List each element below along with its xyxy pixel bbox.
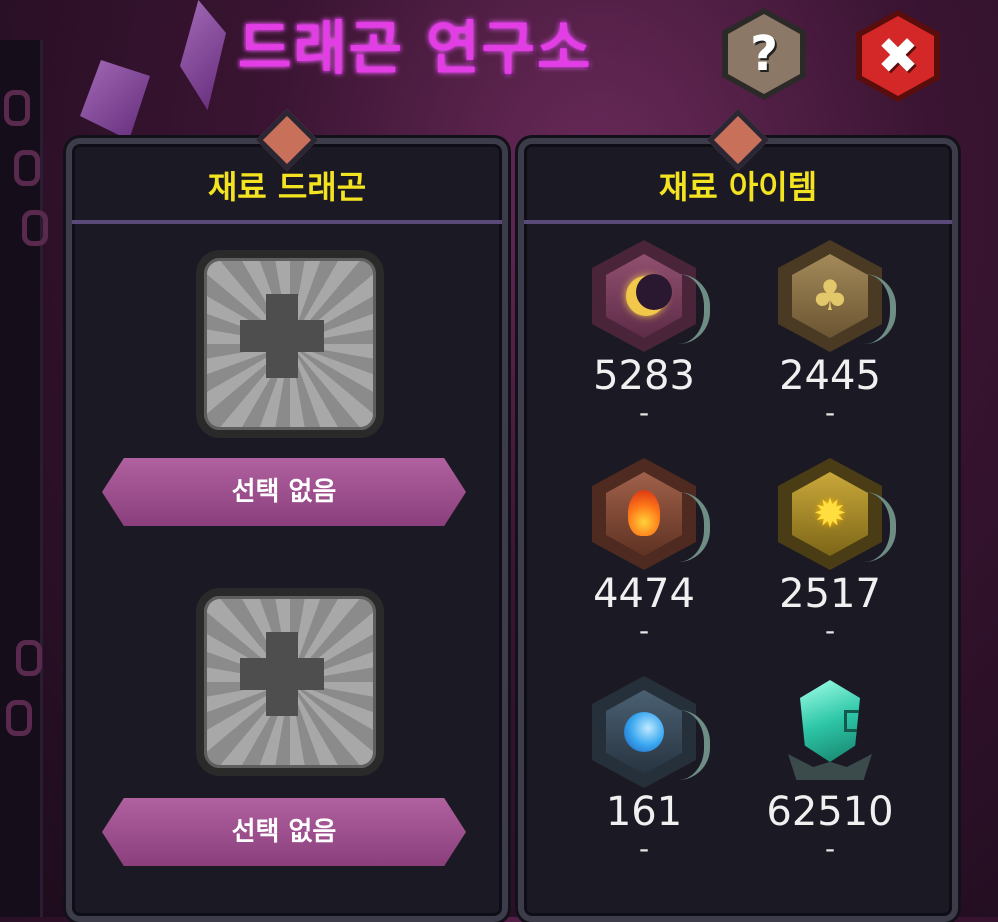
item-count: 161	[605, 789, 683, 835]
sun-stone-icon: ✹	[778, 458, 896, 570]
water-stone-icon	[592, 676, 710, 788]
swirl-ornament	[678, 274, 710, 344]
chain-decoration	[14, 150, 40, 186]
item-sub: -	[824, 832, 836, 865]
material-dragon-heading: 재료 드래곤	[72, 144, 502, 224]
background-crystal	[80, 60, 150, 140]
chain-decoration	[4, 90, 30, 126]
fire-stone-icon	[592, 458, 710, 570]
item-count: 2445	[779, 353, 881, 399]
dragon-slot-1[interactable]	[196, 250, 384, 438]
item-sub: -	[638, 396, 650, 429]
chain-decoration	[6, 700, 32, 736]
swirl-ornament	[864, 492, 896, 562]
material-item-heading: 재료 아이템	[524, 144, 952, 224]
item-count: 4474	[593, 571, 695, 617]
swirl-ornament	[864, 274, 896, 344]
sun-glyph: ✹	[813, 491, 847, 537]
item-count: 62510	[766, 789, 894, 835]
page-title: 드래곤 연구소	[238, 14, 593, 82]
swirl-ornament	[678, 492, 710, 562]
question-icon: ?	[750, 26, 778, 82]
material-item-panel: 재료 아이템 5283 - ♣ 2445 - 4474 - ✹ 2517 - 1…	[518, 108, 958, 922]
water-glyph	[624, 712, 664, 752]
select-none-button-2[interactable]: 선택 없음	[102, 798, 466, 866]
rune-mark	[844, 710, 860, 732]
background-crystal	[180, 0, 226, 110]
item-tree-stone[interactable]: ♣ 2445 -	[750, 240, 910, 454]
close-icon: ✖	[877, 27, 919, 85]
item-sub: -	[824, 614, 836, 647]
fire-glyph	[628, 490, 660, 536]
item-sub: -	[638, 614, 650, 647]
item-count: 2517	[779, 571, 881, 617]
dragon-slot-2[interactable]	[196, 588, 384, 776]
material-dragon-panel: 재료 드래곤 선택 없음 선택 없음	[66, 108, 508, 922]
tree-stone-icon: ♣	[778, 240, 896, 352]
plus-icon	[240, 320, 324, 352]
moon-shadow	[636, 274, 672, 310]
item-water-stone[interactable]: 161 -	[564, 676, 724, 890]
item-sub: -	[824, 396, 836, 429]
item-crystal[interactable]: 62510 -	[750, 676, 910, 890]
chain-decoration	[16, 640, 42, 676]
plus-icon	[240, 658, 324, 690]
swirl-ornament	[678, 710, 710, 780]
crystal-icon	[778, 676, 882, 788]
item-fire-stone[interactable]: 4474 -	[564, 458, 724, 672]
item-count: 5283	[593, 353, 695, 399]
moon-stone-icon	[592, 240, 710, 352]
select-none-button-1[interactable]: 선택 없음	[102, 458, 466, 526]
chain-decoration	[22, 210, 48, 246]
item-sun-stone[interactable]: ✹ 2517 -	[750, 458, 910, 672]
tree-glyph: ♣	[811, 271, 849, 320]
crystal-glyph	[800, 680, 860, 762]
item-sub: -	[638, 832, 650, 865]
help-button[interactable]: ?	[722, 8, 806, 100]
close-button[interactable]: ✖	[856, 10, 940, 102]
item-moon-stone[interactable]: 5283 -	[564, 240, 724, 454]
